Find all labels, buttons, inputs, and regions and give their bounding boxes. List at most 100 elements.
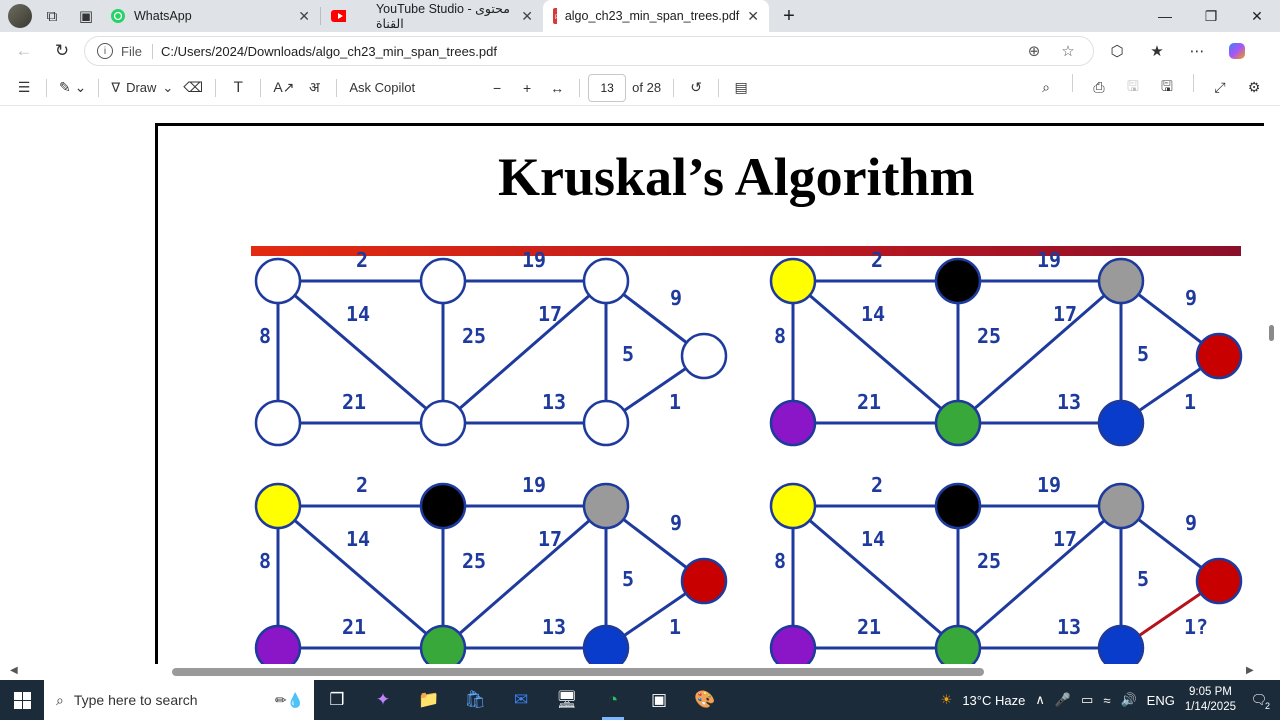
fit-width-icon[interactable]: ↔ bbox=[543, 74, 571, 102]
tab-bar: ⧉ ▣ WhatsApp ✕ YouTube Studio - محتوى ال… bbox=[0, 0, 1280, 32]
pdf-viewer[interactable]: Kruskal’s Algorithm 2 19 9 14 17 8 25 5 21 13 1 2 19… bbox=[0, 107, 1280, 664]
back-arrow-icon[interactable]: ← bbox=[8, 36, 40, 66]
fullscreen-icon[interactable]: ⤢ bbox=[1206, 74, 1234, 102]
zoom-out-icon[interactable]: − bbox=[483, 74, 511, 102]
edge-weight-label: 1 bbox=[1184, 390, 1196, 414]
edge-weight-label: 5 bbox=[622, 342, 634, 366]
clock[interactable]: 9:05 PM 1/14/2025 bbox=[1185, 685, 1236, 715]
battery-icon[interactable]: ▭ bbox=[1081, 692, 1093, 708]
terminal-icon[interactable]: ▣ bbox=[636, 680, 682, 720]
new-tab-button[interactable]: + bbox=[769, 0, 809, 32]
graph-edge bbox=[442, 279, 607, 425]
zoom-icon[interactable]: ⊕ bbox=[1021, 42, 1047, 60]
copilot-taskbar-icon[interactable]: ✦ bbox=[360, 680, 406, 720]
graph-vertex bbox=[254, 482, 302, 530]
edge-weight-label: 8 bbox=[259, 549, 271, 573]
remote-desktop-icon[interactable]: 🖥 bbox=[544, 680, 590, 720]
tab-youtube-studio[interactable]: YouTube Studio - محتوى القناة ✕ bbox=[321, 0, 543, 32]
refresh-icon[interactable]: ↻ bbox=[46, 36, 78, 66]
save-icon[interactable]: 🖫 bbox=[1119, 74, 1147, 102]
edge-weight-label: 17 bbox=[538, 302, 562, 326]
save-as-icon[interactable]: 🖫 bbox=[1153, 74, 1181, 102]
translate-icon[interactable]: अ bbox=[300, 74, 328, 102]
chevron-up-icon[interactable]: ∧ bbox=[1035, 692, 1045, 708]
graph-edge bbox=[957, 279, 1122, 425]
contents-list-icon[interactable]: ☰ bbox=[10, 74, 38, 102]
edge-weight-label: 19 bbox=[522, 248, 546, 272]
extensions-icon[interactable]: ⬡ bbox=[1100, 36, 1134, 66]
paint-icon[interactable]: 🎨 bbox=[682, 680, 728, 720]
tab-pdf[interactable]: PDF algo_ch23_min_span_trees.pdf ✕ bbox=[543, 0, 769, 32]
store-icon[interactable]: 🛍 bbox=[452, 680, 498, 720]
highlight-icon[interactable]: ✎ ⌄ bbox=[55, 74, 90, 102]
more-menu-icon[interactable]: ⋯ bbox=[1180, 36, 1214, 66]
tab-actions-icon[interactable]: ▣ bbox=[72, 2, 100, 30]
favorites-icon[interactable]: ★ bbox=[1140, 36, 1174, 66]
search-placeholder: Type here to search bbox=[73, 692, 198, 708]
eraser-icon[interactable]: ⌫ bbox=[179, 74, 207, 102]
copilot-icon[interactable] bbox=[1220, 36, 1254, 66]
vertical-scrollbar[interactable] bbox=[1264, 107, 1280, 664]
taskbar: ⌕ Type here to search ✏💧 ❒ ✦ 📁 🛍 ✉ 🖥 ◔ ▣… bbox=[0, 680, 1280, 720]
address-bar[interactable]: i File C:/Users/2024/Downloads/algo_ch23… bbox=[84, 36, 1094, 66]
info-icon[interactable]: i bbox=[97, 43, 113, 59]
pdf-page: Kruskal’s Algorithm 2 19 9 14 17 8 25 5 21 13 1 2 19… bbox=[155, 123, 1265, 664]
restore-icon[interactable]: ❐ bbox=[1188, 0, 1234, 32]
close-tab-icon[interactable]: ✕ bbox=[521, 8, 533, 25]
read-aloud-icon[interactable]: A↗ bbox=[269, 74, 298, 102]
ask-copilot-button[interactable]: Ask Copilot bbox=[345, 74, 419, 102]
graph-vertex bbox=[769, 624, 817, 664]
draw-button[interactable]: ∇ Draw ⌄ bbox=[107, 74, 177, 102]
volume-icon[interactable]: 🔊 bbox=[1120, 692, 1136, 708]
url-text[interactable]: C:/Users/2024/Downloads/algo_ch23_min_sp… bbox=[161, 44, 1013, 59]
notification-icon[interactable]: 🗨 2 bbox=[1246, 687, 1272, 713]
microphone-icon[interactable]: 🎤 bbox=[1055, 692, 1071, 708]
scroll-left-icon[interactable]: ◀ bbox=[10, 665, 18, 676]
edge-browser-icon[interactable]: ◔ bbox=[590, 680, 636, 720]
scroll-right-icon[interactable]: ▶ bbox=[1246, 665, 1254, 676]
profile-avatar[interactable] bbox=[8, 4, 32, 28]
vertical-scroll-thumb[interactable] bbox=[1269, 325, 1274, 341]
page-number-input[interactable]: 13 bbox=[588, 73, 627, 102]
close-tab-icon[interactable]: ✕ bbox=[298, 8, 310, 25]
weather-icon[interactable]: ☀ bbox=[941, 692, 953, 708]
pdf-toolbar: ☰ ✎ ⌄ ∇ Draw ⌄ ⌫ 𝖳 A↗ अ Ask Copilot − + ↔ … bbox=[0, 70, 1280, 106]
minimize-icon[interactable]: — bbox=[1142, 0, 1188, 32]
page-view-icon[interactable]: ▤ bbox=[727, 74, 755, 102]
settings-gear-icon[interactable]: ⚙ bbox=[1240, 74, 1268, 102]
file-explorer-icon[interactable]: 📁 bbox=[406, 680, 452, 720]
find-icon[interactable]: ⌕ bbox=[1032, 74, 1060, 102]
weather-text[interactable]: 13°C Haze bbox=[962, 693, 1025, 708]
rotate-icon[interactable]: ↺ bbox=[682, 74, 710, 102]
edge-weight-label: 14 bbox=[861, 527, 885, 551]
close-tab-icon[interactable]: ✕ bbox=[747, 8, 759, 25]
pdf-icon: PDF bbox=[553, 8, 557, 24]
start-button[interactable] bbox=[0, 680, 44, 720]
graph-vertex bbox=[769, 257, 817, 305]
edge-weight-label: 25 bbox=[462, 324, 486, 348]
edge-weight-label: 21 bbox=[342, 390, 366, 414]
graph-vertex bbox=[254, 399, 302, 447]
page-count: of 28 bbox=[632, 80, 662, 95]
tab-whatsapp[interactable]: WhatsApp ✕ bbox=[100, 0, 320, 32]
edge-weight-label: 5 bbox=[622, 567, 634, 591]
task-view-icon[interactable]: ❒ bbox=[314, 680, 360, 720]
close-window-icon[interactable]: ✕ bbox=[1234, 0, 1280, 32]
horizontal-scroll-thumb[interactable] bbox=[172, 668, 984, 676]
edge-weight-label: 2 bbox=[356, 473, 368, 497]
taskbar-search[interactable]: ⌕ Type here to search ✏💧 bbox=[44, 680, 314, 720]
print-icon[interactable]: ⎙ bbox=[1085, 74, 1113, 102]
edge-weight-label: 13 bbox=[1057, 615, 1081, 639]
graph-vertex bbox=[254, 257, 302, 305]
favorite-star-icon[interactable]: ☆ bbox=[1055, 42, 1081, 60]
wifi-icon[interactable]: ≈ bbox=[1103, 693, 1110, 708]
horizontal-scrollbar[interactable]: ◀ ▶ bbox=[0, 664, 1280, 680]
workspaces-icon[interactable]: ⧉ bbox=[38, 2, 66, 30]
add-text-icon[interactable]: 𝖳 bbox=[224, 74, 252, 102]
zoom-in-icon[interactable]: + bbox=[513, 74, 541, 102]
graph-vertex bbox=[419, 399, 467, 447]
language-indicator[interactable]: ENG bbox=[1147, 693, 1175, 708]
mail-icon[interactable]: ✉ bbox=[498, 680, 544, 720]
graph-vertex bbox=[1097, 257, 1145, 305]
clock-date: 1/14/2025 bbox=[1184, 701, 1236, 713]
